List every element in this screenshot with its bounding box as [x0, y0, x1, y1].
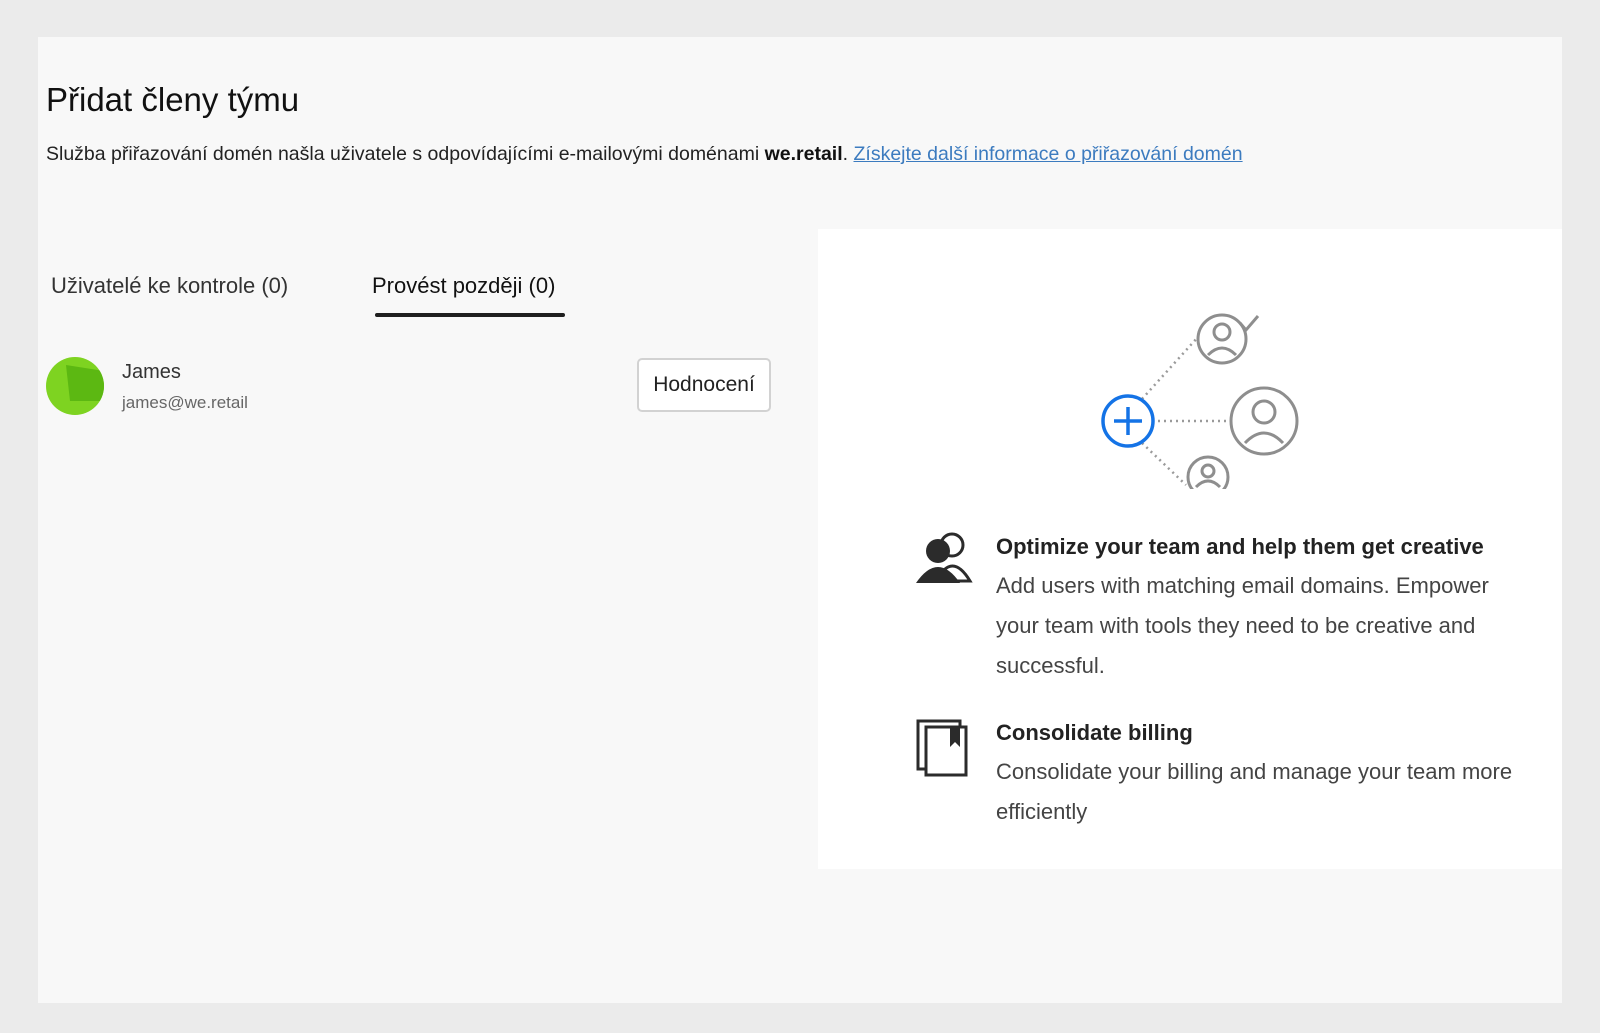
billing-icon — [916, 719, 968, 777]
team-illustration — [1101, 313, 1299, 489]
feature-text: Optimize your team and help them get cre… — [996, 531, 1536, 686]
tab-do-later[interactable]: Provést později (0) — [372, 273, 555, 299]
feature-description: Add users with matching email domains. E… — [996, 573, 1489, 678]
connector-lines — [1141, 336, 1226, 486]
feature-title: Optimize your team and help them get cre… — [996, 534, 1484, 559]
user-row: James james@we.retail Hodnocení — [46, 357, 806, 421]
tab-users-to-review[interactable]: Uživatelé ke kontrole (0) — [51, 273, 288, 299]
avatar-graphic — [66, 365, 104, 401]
user-check-icon — [1196, 313, 1260, 365]
promo-panel: Optimize your team and help them get cre… — [818, 229, 1562, 869]
domain-claiming-help-link[interactable]: Získejte další informace o přiřazování d… — [853, 143, 1242, 165]
intro-text: Služba přiřazování domén našla uživatele… — [46, 143, 1243, 166]
selected-tab-indicator — [375, 313, 565, 317]
user-icon-small — [1186, 455, 1230, 489]
intro-message: Služba přiřazování domén našla uživatele… — [46, 143, 760, 165]
user-name: James — [122, 361, 181, 383]
feature-description: Consolidate your billing and manage your… — [996, 759, 1513, 824]
users-icon — [916, 532, 973, 583]
feature-title: Consolidate billing — [996, 720, 1193, 745]
plus-circle-icon — [1101, 394, 1155, 448]
page-title: Přidat členy týmu — [46, 81, 300, 118]
domain-name: we.retail — [764, 143, 843, 165]
avatar — [46, 357, 104, 415]
review-button[interactable]: Hodnocení — [637, 358, 771, 412]
feature-text: Consolidate billing Consolidate your bil… — [996, 717, 1536, 832]
add-team-members-panel: Přidat členy týmu Služba přiřazování dom… — [38, 37, 1562, 1003]
user-email: james@we.retail — [122, 393, 248, 412]
user-icon — [1229, 386, 1299, 456]
intro-period: . — [842, 143, 849, 165]
